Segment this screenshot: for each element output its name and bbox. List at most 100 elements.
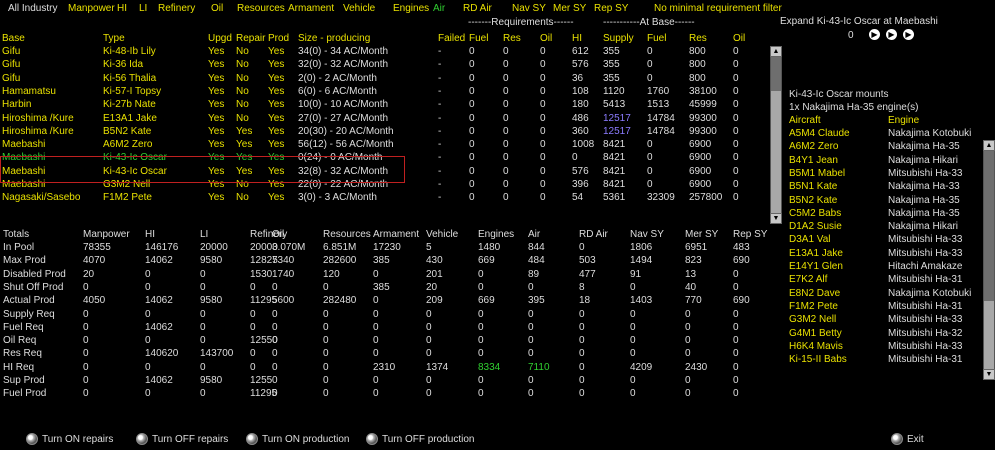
filter-air[interactable]: Air: [433, 3, 445, 14]
factory-cell-res2: 6900: [689, 165, 712, 177]
totals-cell: 0: [83, 321, 89, 333]
factory-cell-repair: No: [236, 179, 249, 190]
factory-cell-base[interactable]: Maebashi: [2, 139, 45, 150]
filter-oil[interactable]: Oil: [211, 3, 223, 14]
scroll-down-icon[interactable]: ▼: [983, 369, 995, 380]
column-header-failed: Failed: [438, 33, 466, 44]
scroll-up-icon[interactable]: ▲: [770, 46, 782, 57]
mounts-aircraft[interactable]: E8N2 Dave: [789, 288, 840, 299]
filter-manpower[interactable]: Manpower: [68, 3, 115, 14]
mounts-aircraft[interactable]: B5N1 Kate: [789, 181, 837, 192]
factory-cell-failed: -: [438, 192, 442, 204]
factory-cell-base[interactable]: Harbin: [2, 99, 31, 110]
factory-cell-type[interactable]: Ki-48-Ib Lily: [103, 46, 156, 57]
factory-cell-base[interactable]: Hamamatsu: [2, 86, 56, 97]
factory-cell-base[interactable]: Maebashi: [2, 152, 45, 163]
totals-cell: 669: [478, 255, 495, 267]
scroll-thumb[interactable]: [984, 151, 994, 301]
factory-cell-base[interactable]: Maebashi: [2, 179, 45, 190]
exit-button[interactable]: Exit: [891, 433, 924, 445]
totals-cell: 0: [733, 348, 739, 360]
factory-cell-type[interactable]: A6M2 Zero: [103, 139, 152, 150]
totals-header-rd-air: RD Air: [579, 229, 608, 240]
factory-cell-type[interactable]: Ki-57-I Topsy: [103, 86, 161, 97]
mounts-aircraft[interactable]: C5M2 Babs: [789, 208, 841, 219]
factory-cell-base[interactable]: Gifu: [2, 59, 20, 70]
mounts-aircraft[interactable]: E14Y1 Glen: [789, 261, 843, 272]
totals-cell: 1530: [250, 268, 273, 280]
mounts-aircraft[interactable]: A6M2 Zero: [789, 141, 838, 152]
turn-on-repairs-button[interactable]: Turn ON repairs: [26, 433, 113, 445]
mounts-aircraft[interactable]: D3A1 Val: [789, 234, 831, 245]
mounts-aircraft[interactable]: E7K2 Alf: [789, 274, 827, 285]
turn-on-production-button[interactable]: Turn ON production: [246, 433, 349, 445]
mounts-aircraft[interactable]: G4M1 Betty: [789, 328, 842, 339]
factory-cell-fuel: 0: [469, 59, 475, 71]
filter-all-industry[interactable]: All Industry: [8, 3, 57, 14]
radio-icon: [366, 433, 378, 445]
factory-cell-type[interactable]: Ki-36 Ida: [103, 59, 143, 70]
factory-cell-type[interactable]: Ki-43-Ic Oscar: [103, 152, 167, 163]
radio-icon: [246, 433, 258, 445]
factory-cell-type[interactable]: G3M2 Nell: [103, 179, 150, 190]
mounts-aircraft[interactable]: H6K4 Mavis: [789, 341, 843, 352]
last-icon[interactable]: ▶: [903, 29, 914, 40]
totals-cell: 0: [200, 321, 206, 333]
scroll-down-icon[interactable]: ▼: [770, 213, 782, 224]
factory-cell-base[interactable]: Maebashi: [2, 166, 45, 177]
mounts-scrollbar[interactable]: ▲ ▼: [983, 140, 995, 380]
filter-engines[interactable]: Engines: [393, 3, 429, 14]
totals-cell: 0: [323, 361, 329, 373]
mounts-aircraft[interactable]: B5N2 Kate: [789, 195, 837, 206]
column-header-oil: Oil: [733, 33, 746, 44]
factory-cell-oil: 0: [540, 152, 546, 164]
factory-cell-type[interactable]: Ki-56 Thalia: [103, 73, 156, 84]
factory-cell-type[interactable]: Ki-27b Nate: [103, 99, 156, 110]
mounts-aircraft[interactable]: A5M4 Claude: [789, 128, 850, 139]
factory-cell-prod: Yes: [268, 152, 285, 164]
turn-off-production-button[interactable]: Turn OFF production: [366, 433, 474, 445]
filter-armament[interactable]: Armament: [288, 3, 334, 14]
totals-cell: 690: [733, 255, 750, 267]
mounts-aircraft[interactable]: E13A1 Jake: [789, 248, 843, 259]
mounts-aircraft[interactable]: B5M1 Mabel: [789, 168, 845, 179]
mounts-aircraft[interactable]: D1A2 Susie: [789, 221, 842, 232]
filter-li[interactable]: LI: [139, 3, 147, 14]
factory-scrollbar[interactable]: ▲ ▼: [770, 46, 782, 224]
factory-cell-base[interactable]: Gifu: [2, 73, 20, 84]
filter-resources[interactable]: Resources: [237, 3, 285, 14]
mounts-aircraft[interactable]: B4Y1 Jean: [789, 155, 838, 166]
mounts-aircraft[interactable]: G3M2 Nell: [789, 314, 836, 325]
mounts-aircraft[interactable]: F1M2 Pete: [789, 301, 838, 312]
factory-cell-res: 0: [503, 99, 509, 111]
filter-vehicle[interactable]: Vehicle: [343, 3, 375, 14]
turn-off-repairs-button[interactable]: Turn OFF repairs: [136, 433, 228, 445]
totals-cell: 9580: [200, 375, 223, 386]
expand-icon[interactable]: ▶: [886, 29, 897, 40]
totals-cell: 0: [323, 281, 329, 293]
filter-hi[interactable]: HI: [117, 3, 127, 14]
filter-no-minimal-requirement-filter[interactable]: No minimal requirement filter: [654, 3, 782, 14]
factory-cell-type[interactable]: B5N2 Kate: [103, 126, 151, 137]
factory-cell-base[interactable]: Hiroshima /Kure: [2, 126, 74, 137]
totals-header-resources: Resources: [323, 229, 371, 240]
filter-nav-sy[interactable]: Nav SY: [512, 3, 546, 14]
factory-cell-base[interactable]: Nagasaki/Sasebo: [2, 192, 80, 203]
filter-refinery[interactable]: Refinery: [158, 3, 195, 14]
factory-cell-type[interactable]: E13A1 Jake: [103, 113, 157, 124]
factory-cell-base[interactable]: Gifu: [2, 46, 20, 57]
factory-cell-type[interactable]: Ki-43-Ic Oscar: [103, 166, 167, 177]
factory-cell-base[interactable]: Hiroshima /Kure: [2, 113, 74, 124]
filter-rep-sy[interactable]: Rep SY: [594, 3, 628, 14]
scroll-up-icon[interactable]: ▲: [983, 140, 995, 151]
filter-mer-sy[interactable]: Mer SY: [553, 3, 586, 14]
mounts-aircraft[interactable]: Ki-15-II Babs: [789, 354, 847, 365]
factory-cell-type[interactable]: F1M2 Pete: [103, 192, 152, 203]
totals-row-label: Fuel Prod: [3, 388, 47, 400]
factory-cell-res: 0: [503, 59, 509, 71]
scroll-thumb[interactable]: [771, 57, 781, 91]
filter-rd-air[interactable]: RD Air: [463, 3, 492, 14]
totals-cell: 201: [426, 268, 443, 280]
next-icon[interactable]: ▶: [869, 29, 880, 40]
totals-cell: 0: [200, 268, 206, 280]
